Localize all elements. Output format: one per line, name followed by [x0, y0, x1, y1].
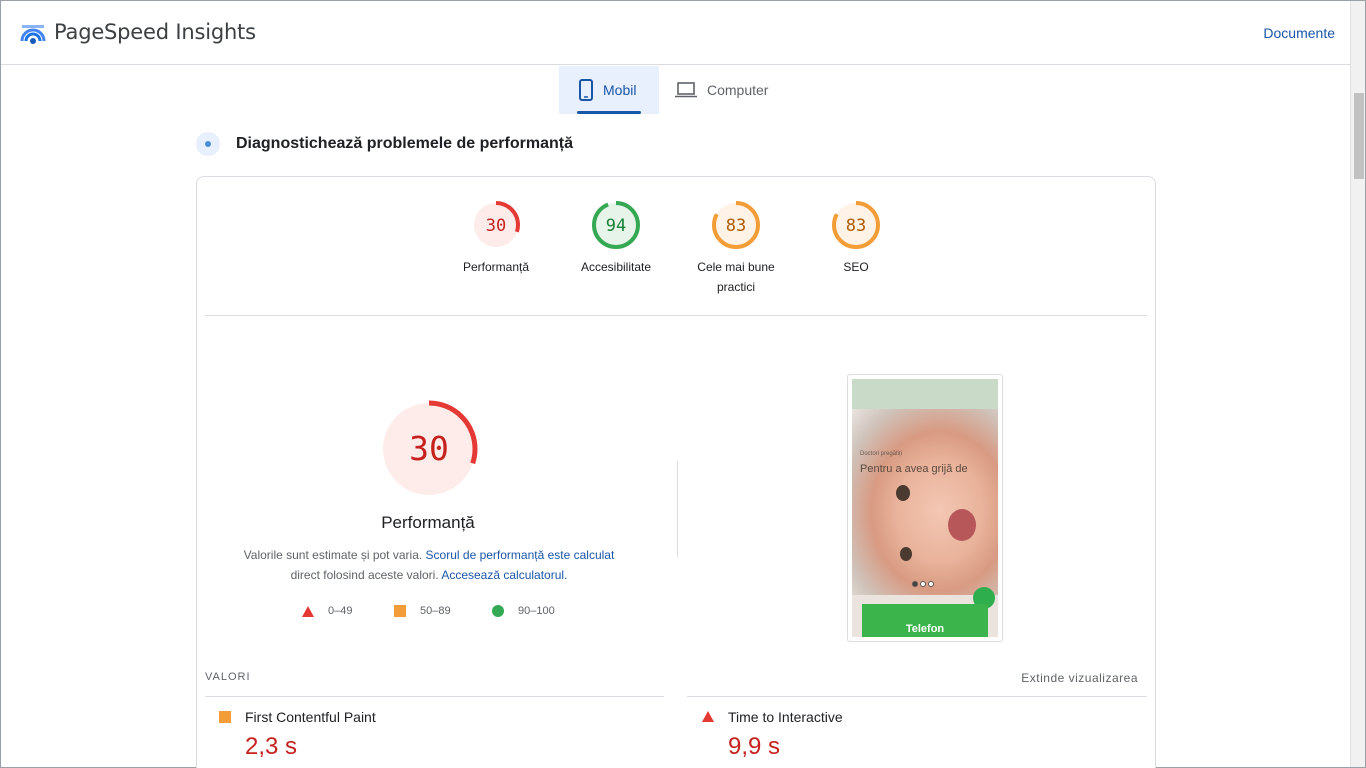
baby-eye	[896, 485, 910, 501]
tab-mobile-label: Mobil	[603, 82, 637, 98]
values-heading: VALORI	[205, 671, 251, 683]
legend-average: 50–89	[394, 605, 451, 617]
baby-mouth	[948, 509, 976, 541]
gauge-accessibility-value: 94	[606, 216, 626, 236]
page-scrollbar[interactable]	[1350, 1, 1365, 767]
gauge-seo-value: 83	[846, 216, 866, 236]
legend-pass-label: 90–100	[518, 605, 555, 617]
pagespeed-logo-icon	[20, 25, 46, 44]
gauge-performance-value: 30	[486, 216, 506, 236]
screenshot-phone-button: Telefon	[862, 604, 988, 637]
vertical-divider	[677, 461, 678, 557]
phone-icon	[579, 79, 593, 101]
screenshot-headline: Pentru a avea grijă de	[860, 463, 968, 475]
gauge-best-practices-value: 83	[726, 216, 746, 236]
legend-fail-label: 0–49	[328, 605, 353, 617]
legend-pass: 90–100	[492, 605, 555, 617]
orange-square-icon	[219, 711, 231, 723]
tab-computer[interactable]: Computer	[675, 66, 785, 114]
performance-title: Performanță	[381, 513, 475, 532]
page-screenshot: Doctori pregătiți Pentru a avea grijă de…	[847, 374, 1003, 642]
gauge-seo-ring: 83	[832, 201, 880, 249]
orange-square-icon	[394, 605, 406, 617]
metric-fcp-name: First Contentful Paint	[245, 709, 376, 725]
diagnose-icon	[196, 132, 220, 156]
gauge-seo-label: SEO	[843, 260, 869, 274]
red-triangle-icon	[702, 711, 714, 722]
metric-tti-value: 9,9 s	[728, 733, 781, 760]
tab-mobile[interactable]: Mobil	[559, 66, 659, 114]
gauge-best-practices-label: Cele mai bune practici	[697, 260, 775, 294]
carousel-dots	[912, 581, 934, 587]
green-circle-icon	[492, 605, 504, 617]
app-title: PageSpeed Insights	[54, 20, 256, 44]
gauge-seo[interactable]: 83 SEO	[796, 199, 916, 277]
baby-eye	[900, 547, 912, 561]
app-header: PageSpeed Insights Documente	[1, 1, 1351, 65]
performance-big-gauge: 30	[380, 400, 478, 498]
score-calculated-link[interactable]: Scorul de performanță este calculat	[426, 548, 615, 562]
legend-fail: 0–49	[302, 605, 352, 617]
metric-fcp-value: 2,3 s	[245, 733, 298, 760]
diagnose-title: Diagnostichează problemele de performanț…	[236, 135, 573, 152]
metrics-divider-right	[687, 696, 1147, 697]
laptop-icon	[675, 82, 697, 98]
performance-description: Valorile sunt estimate și pot varia. Sco…	[219, 545, 639, 585]
gauge-performance[interactable]: 30 Performanță	[436, 199, 556, 277]
report-card: 30 Performanță 94 Accesibilitate 83 Cele…	[196, 176, 1156, 768]
gauge-best-practices[interactable]: 83 Cele mai bune practici	[676, 199, 796, 297]
tab-computer-label: Computer	[707, 82, 769, 98]
desc-text-1: Valorile sunt estimate și pot varia.	[243, 548, 423, 562]
gauge-accessibility-label: Accesibilitate	[580, 260, 652, 274]
desc-text-2: direct folosind aceste valori.	[290, 568, 439, 582]
performance-big-value: 30	[409, 429, 449, 468]
score-divider	[205, 315, 1147, 316]
scrollbar-thumb[interactable]	[1354, 93, 1364, 179]
metric-tti-name: Time to Interactive	[728, 709, 843, 725]
screenshot-screen: Doctori pregătiți Pentru a avea grijă de…	[852, 379, 998, 637]
gauge-best-practices-ring: 83	[712, 201, 760, 249]
calculator-link[interactable]: Accesează calculatorul.	[441, 568, 567, 582]
red-triangle-icon	[302, 605, 314, 617]
gauge-accessibility[interactable]: 94 Accesibilitate	[556, 199, 676, 277]
expand-view-button[interactable]: Extinde vizualizarea	[1021, 671, 1138, 685]
metrics-divider-left	[205, 696, 664, 697]
screenshot-small-text: Doctori pregătiți	[860, 451, 903, 457]
legend-average-label: 50–89	[420, 605, 451, 617]
gauge-performance-ring: 30	[472, 201, 520, 249]
gauge-accessibility-ring: 94	[592, 201, 640, 249]
docs-link[interactable]: Documente	[1263, 25, 1335, 41]
gauge-performance-label: Performanță	[462, 260, 530, 274]
baby-image	[852, 409, 998, 595]
